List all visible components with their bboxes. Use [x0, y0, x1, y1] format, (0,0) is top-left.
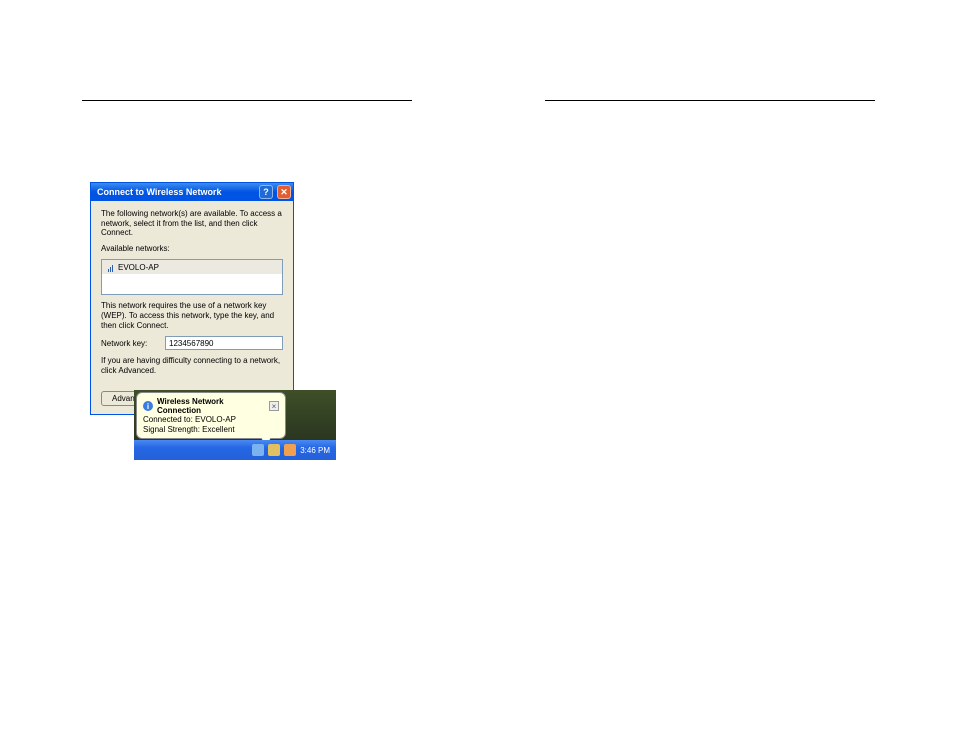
info-icon: i: [143, 401, 153, 411]
balloon-line1: Connected to: EVOLO-AP: [143, 415, 279, 425]
page-rule-left: [82, 100, 412, 101]
tray-network-icon[interactable]: [252, 444, 264, 456]
taskbar: 3:46 PM: [134, 440, 336, 460]
balloon-title: Wireless Network Connection: [157, 397, 265, 415]
tray-volume-icon[interactable]: [284, 444, 296, 456]
advanced-note: If you are having difficulty connecting …: [101, 356, 283, 375]
connection-balloon: i Wireless Network Connection × Connecte…: [136, 392, 286, 439]
wifi-icon: [106, 262, 114, 272]
network-item[interactable]: EVOLO-AP: [102, 260, 282, 274]
balloon-line2: Signal Strength: Excellent: [143, 425, 279, 435]
network-key-row: Network key: 1234567890: [101, 336, 283, 350]
page-rule-right: [545, 100, 875, 101]
close-button[interactable]: ✕: [277, 185, 291, 199]
network-ssid: EVOLO-AP: [118, 263, 159, 272]
dialog-title: Connect to Wireless Network: [97, 187, 255, 197]
tray-shield-icon[interactable]: [268, 444, 280, 456]
networks-listbox[interactable]: EVOLO-AP: [101, 259, 283, 295]
dialog-body: The following network(s) are available. …: [91, 201, 293, 414]
network-key-input[interactable]: 1234567890: [165, 336, 283, 350]
available-networks-label: Available networks:: [101, 244, 283, 254]
balloon-close-button[interactable]: ×: [269, 401, 279, 411]
dialog-intro: The following network(s) are available. …: [101, 209, 283, 238]
wep-note: This network requires the use of a netwo…: [101, 301, 283, 330]
titlebar: Connect to Wireless Network ? ✕: [91, 183, 293, 201]
connect-wireless-dialog: Connect to Wireless Network ? ✕ The foll…: [90, 182, 294, 415]
taskbar-clock: 3:46 PM: [300, 446, 330, 455]
help-button[interactable]: ?: [259, 185, 273, 199]
network-key-label: Network key:: [101, 339, 159, 348]
notification-area: i Wireless Network Connection × Connecte…: [134, 390, 336, 460]
